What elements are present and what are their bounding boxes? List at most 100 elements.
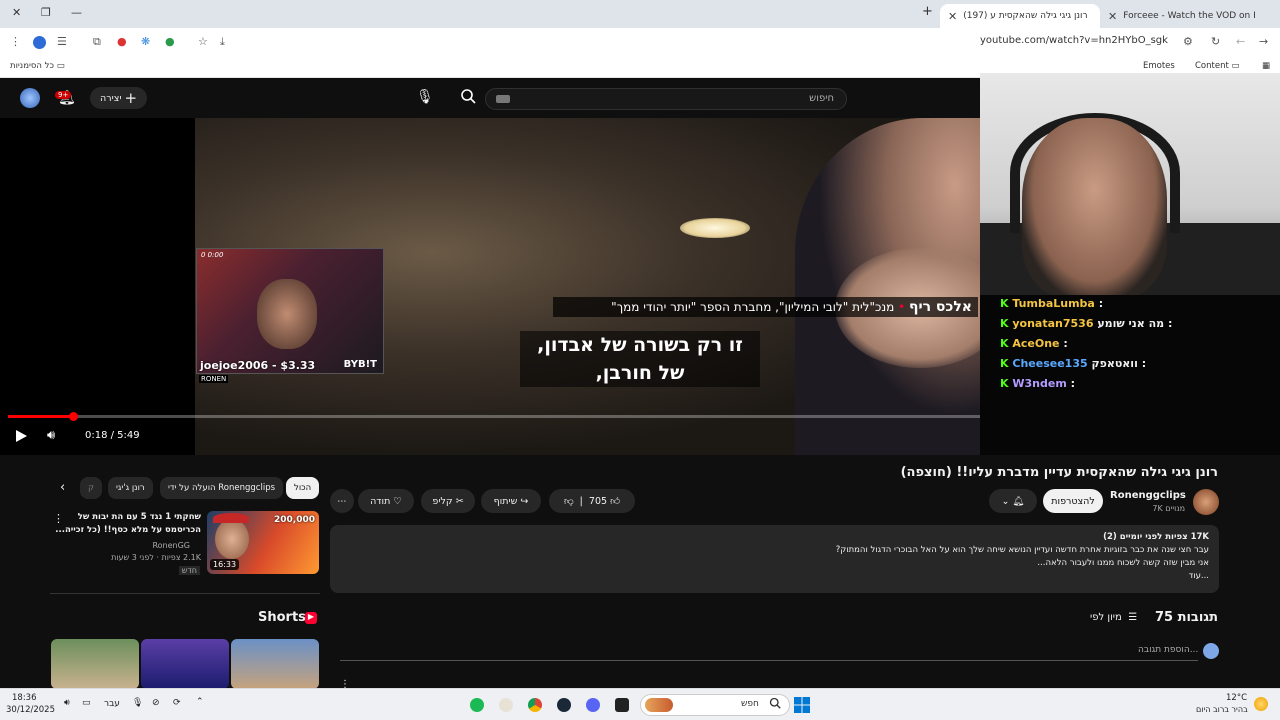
- bookmark-emotes[interactable]: Emotes: [1143, 61, 1175, 71]
- play-icon[interactable]: [14, 429, 28, 443]
- stream-chat-overlay: K TumbaLumba : K yonatan7536 מה אני שומע…: [980, 295, 1280, 455]
- wifi-icon[interactable]: ⊘: [152, 698, 160, 708]
- extension-icon[interactable]: ❋: [141, 35, 150, 48]
- notification-icon[interactable]: ▭: [82, 698, 91, 708]
- more-actions-button[interactable]: ⋯: [330, 489, 354, 513]
- avatar[interactable]: [20, 88, 40, 108]
- apps-grid-icon[interactable]: ▦: [1262, 61, 1270, 71]
- show-more-link[interactable]: ...עוד: [340, 570, 1209, 583]
- new-tab-icon[interactable]: +: [922, 4, 933, 19]
- kick-icon: K: [1000, 357, 1009, 370]
- restore-window-icon[interactable]: ❐: [41, 6, 51, 19]
- volume-icon[interactable]: 🔊︎: [47, 428, 55, 443]
- clock-date[interactable]: 30/12/2025: [6, 705, 55, 715]
- streamer-face: [257, 279, 317, 349]
- forward-icon[interactable]: ←: [1236, 35, 1245, 48]
- discord-icon[interactable]: [586, 698, 600, 712]
- streamer-webcam: [980, 73, 1280, 295]
- weather-desc[interactable]: בהיר ברוב היום: [1196, 705, 1248, 714]
- steam-icon[interactable]: [557, 698, 571, 712]
- thanks-button[interactable]: תודה ♡: [358, 489, 414, 513]
- close-tab-icon[interactable]: ✕: [1108, 10, 1117, 23]
- chip-uploaded-by[interactable]: הועלה על ידי Ronenggclips: [160, 477, 284, 499]
- subtitles: זו רק בשורה של אבדון, של חורבן,: [520, 331, 760, 387]
- weather-temp[interactable]: 12°C: [1226, 693, 1247, 703]
- chat-user: yonatan7536: [1012, 317, 1094, 330]
- taskbar-search[interactable]: חפש: [640, 694, 790, 716]
- chip-label: ק: [88, 483, 95, 493]
- add-comment-input[interactable]: הוספת תגובה...: [1138, 645, 1198, 655]
- short-thumbnail[interactable]: [51, 639, 139, 689]
- subscribe-button[interactable]: להצטרפות: [1043, 489, 1103, 513]
- related-channel[interactable]: RonenGG: [152, 541, 190, 550]
- plus-icon: +: [124, 89, 138, 107]
- santa-hat: [213, 513, 249, 523]
- tab-youtube[interactable]: ✕ (197) רונן גיגי גילה שהאקסית ע: [940, 4, 1100, 28]
- description-box[interactable]: 17K צפיות לפני יומיים (2) עבר חצי שנה את…: [330, 525, 1219, 593]
- related-video-title[interactable]: הכריסמס על מלא כסף!! (כל זכייה...: [55, 525, 201, 535]
- chip-ronen[interactable]: רונן ג'יגי: [108, 477, 153, 499]
- short-thumbnail[interactable]: [141, 639, 229, 689]
- microphone-icon[interactable]: 🎙︎: [416, 89, 434, 105]
- progress-bar[interactable]: [8, 415, 980, 418]
- reload-icon[interactable]: ↻: [1211, 35, 1220, 48]
- site-settings-icon[interactable]: ⚙: [1183, 35, 1193, 48]
- extension-icon[interactable]: ●: [165, 35, 175, 48]
- sync-icon[interactable]: ⟳: [173, 698, 181, 708]
- progress-scrubber[interactable]: [69, 412, 79, 421]
- app-icon[interactable]: [499, 698, 513, 712]
- time-display: 0:18 / 5:49: [85, 430, 140, 441]
- spotify-icon[interactable]: [470, 698, 484, 712]
- chrome-icon[interactable]: [528, 698, 542, 712]
- search-highlight-image: [645, 698, 673, 712]
- language-indicator[interactable]: עבר: [104, 699, 120, 709]
- close-tab-icon[interactable]: ✕: [948, 10, 957, 23]
- dislike-icon[interactable]: 👎︎: [564, 495, 574, 507]
- create-button[interactable]: יצירה +: [90, 87, 148, 109]
- windows-start-icon[interactable]: [794, 697, 810, 713]
- minimize-window-icon[interactable]: —: [71, 6, 82, 19]
- kick-icon: K: [1000, 297, 1009, 310]
- chat-message: K yonatan7536 מה אני שומע :: [1000, 317, 1172, 330]
- all-bookmarks[interactable]: כל הסימניות ▭: [10, 61, 65, 71]
- clip-button[interactable]: קליפ ✂: [421, 489, 475, 513]
- short-thumbnail[interactable]: [231, 639, 319, 689]
- sort-icon: ☰: [1128, 612, 1138, 623]
- description-text: אני מבין שזה קשה לשכוח ממנו ולעבור הלאה.…: [1037, 558, 1209, 568]
- extensions-icon[interactable]: ⧉: [93, 35, 101, 49]
- clock-time[interactable]: 18:36: [12, 693, 37, 703]
- keyboard-icon[interactable]: [496, 95, 510, 103]
- search-icon[interactable]: [460, 88, 476, 104]
- chip-all[interactable]: הכול: [286, 477, 320, 499]
- terminal-icon[interactable]: [615, 698, 629, 712]
- chip-label: רונן ג'יגי: [116, 483, 145, 493]
- search-input[interactable]: חיפוש: [485, 88, 847, 110]
- profile-icon[interactable]: [33, 36, 46, 49]
- channel-avatar[interactable]: [1193, 489, 1219, 515]
- url-field[interactable]: youtube.com/watch?v=hn2HYbO_sgk: [980, 35, 1168, 46]
- bookmark-star-icon[interactable]: ☆: [198, 35, 208, 48]
- video-player[interactable]: אלכס ריף • מנכ"לית "לובי המיליון", מחברת…: [0, 118, 980, 455]
- share-button[interactable]: שיתוף ↪: [481, 489, 541, 513]
- chevron-up-icon[interactable]: ⌃: [196, 697, 204, 707]
- tab-kick[interactable]: ✕ Forceee - Watch the VOD on K: [1100, 4, 1255, 28]
- close-window-icon[interactable]: ✕: [12, 6, 21, 19]
- microphone-icon[interactable]: 🎙︎: [132, 698, 143, 708]
- kick-icon: K: [1000, 337, 1009, 350]
- like-icon[interactable]: 👍︎: [610, 495, 620, 507]
- menu-icon[interactable]: ⋮: [10, 35, 21, 48]
- install-icon[interactable]: ⤓: [220, 35, 225, 49]
- reading-list-icon[interactable]: ☰: [57, 35, 67, 48]
- related-video-title[interactable]: שחקתי 1 נגד 5 עם הת יבות של: [78, 512, 201, 522]
- chip-more[interactable]: ק: [80, 477, 103, 499]
- back-icon[interactable]: →: [1259, 35, 1268, 48]
- sort-button[interactable]: מיון לפי ☰: [1090, 612, 1137, 623]
- bookmark-content[interactable]: Content ▭: [1195, 61, 1240, 71]
- notification-settings-button[interactable]: ⌄ 🔔︎: [989, 489, 1037, 513]
- volume-icon[interactable]: 🔊︎: [64, 698, 70, 708]
- watch-page-content: רונן גיגי גילה שהאקסית עדיין מדברת עליו!…: [0, 455, 1280, 690]
- chevron-left-icon[interactable]: ‹: [60, 480, 65, 495]
- extension-icon[interactable]: ●: [117, 35, 127, 48]
- channel-name[interactable]: Ronenggclips: [1110, 490, 1186, 501]
- more-options-icon[interactable]: ⋮: [53, 512, 64, 525]
